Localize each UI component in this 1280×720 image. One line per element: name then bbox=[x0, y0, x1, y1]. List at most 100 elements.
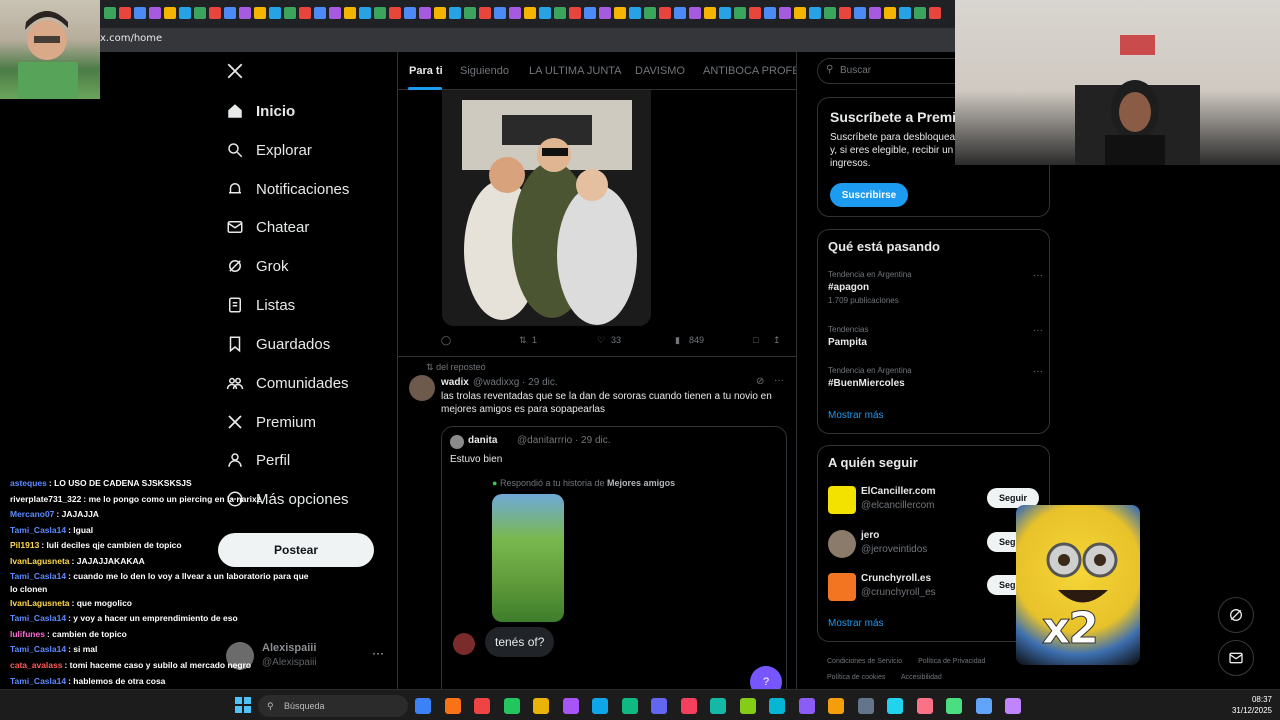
taskbar-app-icon[interactable] bbox=[828, 698, 844, 714]
tweet-author-handle[interactable]: @wadixxg · 29 dic. bbox=[473, 377, 558, 388]
browser-tab[interactable] bbox=[734, 7, 746, 19]
grok-icon[interactable] bbox=[1218, 597, 1254, 633]
browser-tab[interactable] bbox=[914, 7, 926, 19]
browser-tab[interactable] bbox=[164, 7, 176, 19]
share-icon[interactable]: ↥ bbox=[773, 335, 781, 346]
chat-username[interactable]: Tami_Casla14 bbox=[10, 525, 66, 535]
chat-username[interactable]: Tami_Casla14 bbox=[10, 644, 66, 654]
retweet-icon[interactable]: ⇅ bbox=[519, 335, 527, 346]
browser-tab[interactable] bbox=[839, 7, 851, 19]
browser-tab[interactable] bbox=[569, 7, 581, 19]
sidebar-item-explorar[interactable]: Explorar bbox=[226, 135, 312, 165]
browser-tab[interactable] bbox=[824, 7, 836, 19]
chat-username[interactable]: asteques bbox=[10, 478, 47, 488]
browser-tab[interactable] bbox=[239, 7, 251, 19]
browser-tab[interactable] bbox=[179, 7, 191, 19]
taskbar-app-icon[interactable] bbox=[651, 698, 667, 714]
chat-username[interactable]: Tami_Casla14 bbox=[10, 676, 66, 686]
browser-tab[interactable] bbox=[674, 7, 686, 19]
footer-link[interactable]: Política de cookies bbox=[827, 674, 885, 681]
more-dots-icon[interactable]: ··· bbox=[372, 646, 384, 660]
tab-siguiendo[interactable]: Siguiendo bbox=[460, 65, 509, 77]
browser-tab[interactable] bbox=[104, 7, 116, 19]
sidebar-item-comunidades[interactable]: Comunidades bbox=[226, 368, 349, 398]
browser-tab[interactable] bbox=[854, 7, 866, 19]
browser-tab[interactable] bbox=[284, 7, 296, 19]
browser-tab[interactable] bbox=[419, 7, 431, 19]
tweet-author-name[interactable]: wadix bbox=[441, 377, 469, 388]
browser-tab[interactable] bbox=[299, 7, 311, 19]
browser-tab[interactable] bbox=[614, 7, 626, 19]
browser-tab[interactable] bbox=[389, 7, 401, 19]
browser-tab[interactable] bbox=[224, 7, 236, 19]
browser-tab[interactable] bbox=[314, 7, 326, 19]
taskbar-app-icon[interactable] bbox=[415, 698, 431, 714]
browser-tab[interactable] bbox=[119, 7, 131, 19]
taskbar-app-icon[interactable] bbox=[533, 698, 549, 714]
chat-username[interactable]: Tami_Casla14 bbox=[10, 571, 66, 581]
taskbar-app-icon[interactable] bbox=[710, 698, 726, 714]
grok-icon[interactable]: ⊘ bbox=[756, 376, 764, 387]
footer-link[interactable]: Política de Privacidad bbox=[918, 658, 985, 665]
browser-tab[interactable] bbox=[359, 7, 371, 19]
chat-username[interactable]: lulifunes bbox=[10, 629, 45, 639]
sidebar-item-listas[interactable]: Listas bbox=[226, 290, 295, 320]
chat-username[interactable]: Mercano07 bbox=[10, 509, 54, 519]
taskbar-app-icon[interactable] bbox=[857, 698, 874, 714]
browser-tab[interactable] bbox=[209, 7, 221, 19]
taskbar-app-icon[interactable] bbox=[1005, 698, 1021, 714]
browser-tab[interactable] bbox=[599, 7, 611, 19]
tweet-photo[interactable] bbox=[442, 90, 651, 326]
taskbar-search[interactable]: ⚲ Búsqueda bbox=[258, 695, 408, 717]
more-dots-icon[interactable]: ··· bbox=[1033, 325, 1043, 336]
chat-username[interactable]: Pil1913 bbox=[10, 540, 39, 550]
browser-tab[interactable] bbox=[629, 7, 641, 19]
more-dots-icon[interactable]: ··· bbox=[1033, 366, 1043, 377]
sidebar-item-perfil[interactable]: Perfil bbox=[226, 445, 290, 475]
browser-tab[interactable] bbox=[884, 7, 896, 19]
avatar[interactable] bbox=[409, 375, 435, 401]
tab-davismo[interactable]: DAVISMO bbox=[635, 65, 685, 77]
trend-item[interactable]: Tendencias Pampita ··· bbox=[828, 325, 1043, 348]
taskbar-app-icon[interactable] bbox=[739, 698, 756, 714]
browser-tab[interactable] bbox=[149, 7, 161, 19]
browser-tab[interactable] bbox=[524, 7, 536, 19]
browser-tab[interactable] bbox=[464, 7, 476, 19]
sidebar-item-grok[interactable]: Grok bbox=[226, 251, 289, 281]
browser-tab[interactable] bbox=[449, 7, 461, 19]
browser-tab[interactable] bbox=[869, 7, 881, 19]
taskbar-app-icon[interactable] bbox=[680, 698, 697, 714]
taskbar-app-icon[interactable] bbox=[621, 698, 638, 714]
tab-la-ultima-junta[interactable]: LA ULTIMA JUNTA bbox=[529, 65, 622, 77]
browser-tab[interactable] bbox=[344, 7, 356, 19]
browser-tab[interactable] bbox=[779, 7, 791, 19]
browser-tab[interactable] bbox=[539, 7, 551, 19]
quoted-tweet[interactable]: danita @danitarrrio · 29 dic. Estuvo bie… bbox=[441, 426, 787, 702]
follow-suggestion[interactable]: ElCanciller.com @elcancillercom Seguir bbox=[828, 486, 1043, 516]
chat-username[interactable]: cata_avalass bbox=[10, 660, 62, 670]
browser-tab[interactable] bbox=[644, 7, 656, 19]
browser-tab[interactable] bbox=[584, 7, 596, 19]
browser-tab[interactable] bbox=[554, 7, 566, 19]
sidebar-item-guardados[interactable]: Guardados bbox=[226, 329, 330, 359]
browser-tab[interactable] bbox=[374, 7, 386, 19]
browser-tab[interactable] bbox=[689, 7, 701, 19]
like-icon[interactable]: ♡ bbox=[597, 335, 605, 346]
taskbar-app-icon[interactable] bbox=[562, 698, 579, 714]
browser-tab[interactable] bbox=[929, 7, 941, 19]
show-more-link[interactable]: Mostrar más bbox=[828, 410, 884, 421]
chat-username[interactable]: IvanLagusneta bbox=[10, 556, 70, 566]
trend-item[interactable]: Tendencia en Argentina #BuenMiercoles ··… bbox=[828, 366, 1043, 389]
browser-tab[interactable] bbox=[404, 7, 416, 19]
taskbar-app-icon[interactable] bbox=[503, 698, 520, 714]
browser-tab[interactable] bbox=[764, 7, 776, 19]
follow-suggestion[interactable]: Crunchyroll.es @crunchyroll_es Seguir bbox=[828, 573, 1043, 603]
browser-tab[interactable] bbox=[329, 7, 341, 19]
system-clock[interactable]: 08:37 31/12/2025 bbox=[1212, 694, 1272, 716]
sidebar-item-chatear[interactable]: Chatear bbox=[226, 212, 309, 242]
sidebar-item-premium[interactable]: Premium bbox=[226, 407, 316, 437]
x-logo-icon[interactable] bbox=[226, 62, 246, 82]
taskbar-app-icon[interactable] bbox=[798, 698, 815, 714]
chat-username[interactable]: IvanLagusneta bbox=[10, 598, 70, 608]
views-icon[interactable]: ▮ bbox=[675, 335, 680, 346]
